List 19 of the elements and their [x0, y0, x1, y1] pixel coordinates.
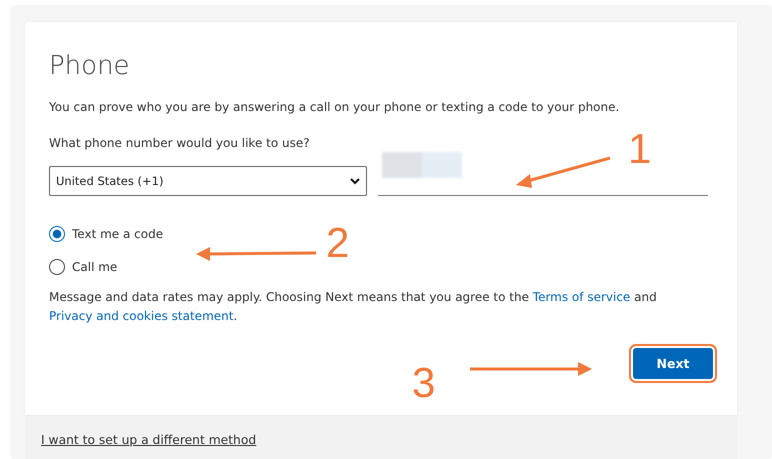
privacy-link[interactable]: Privacy and cookies statement — [49, 309, 234, 323]
page-title: Phone — [49, 50, 131, 83]
radio-option[interactable]: Text me a code — [49, 224, 164, 244]
terms-notice: Message and data rates may apply. Choosing Next means that you agree to the Terms of service and Privacy and cookies statement. — [49, 289, 658, 325]
option-label: Text me a code — [72, 227, 164, 241]
step-number: 1 — [628, 128, 652, 170]
option-label: Call me — [72, 260, 118, 274]
different-method-link[interactable]: I want to set up a different method — [41, 433, 256, 447]
radio-option[interactable]: Call me — [49, 257, 118, 277]
intro-text: You can prove who you are by answering a call on your phone or texting a code to your phone. — [49, 100, 620, 114]
radio-button[interactable] — [49, 226, 65, 242]
terms-link[interactable]: Terms of service — [532, 290, 630, 304]
question-text: What phone number would you like to use? — [49, 136, 311, 150]
next-button[interactable]: Next — [633, 348, 713, 379]
radio-button[interactable] — [49, 259, 65, 275]
country-select[interactable]: United States (+1) — [49, 166, 367, 196]
chevron-icon — [350, 178, 360, 184]
step-number: 2 — [326, 222, 350, 264]
step-number: 3 — [412, 362, 436, 404]
